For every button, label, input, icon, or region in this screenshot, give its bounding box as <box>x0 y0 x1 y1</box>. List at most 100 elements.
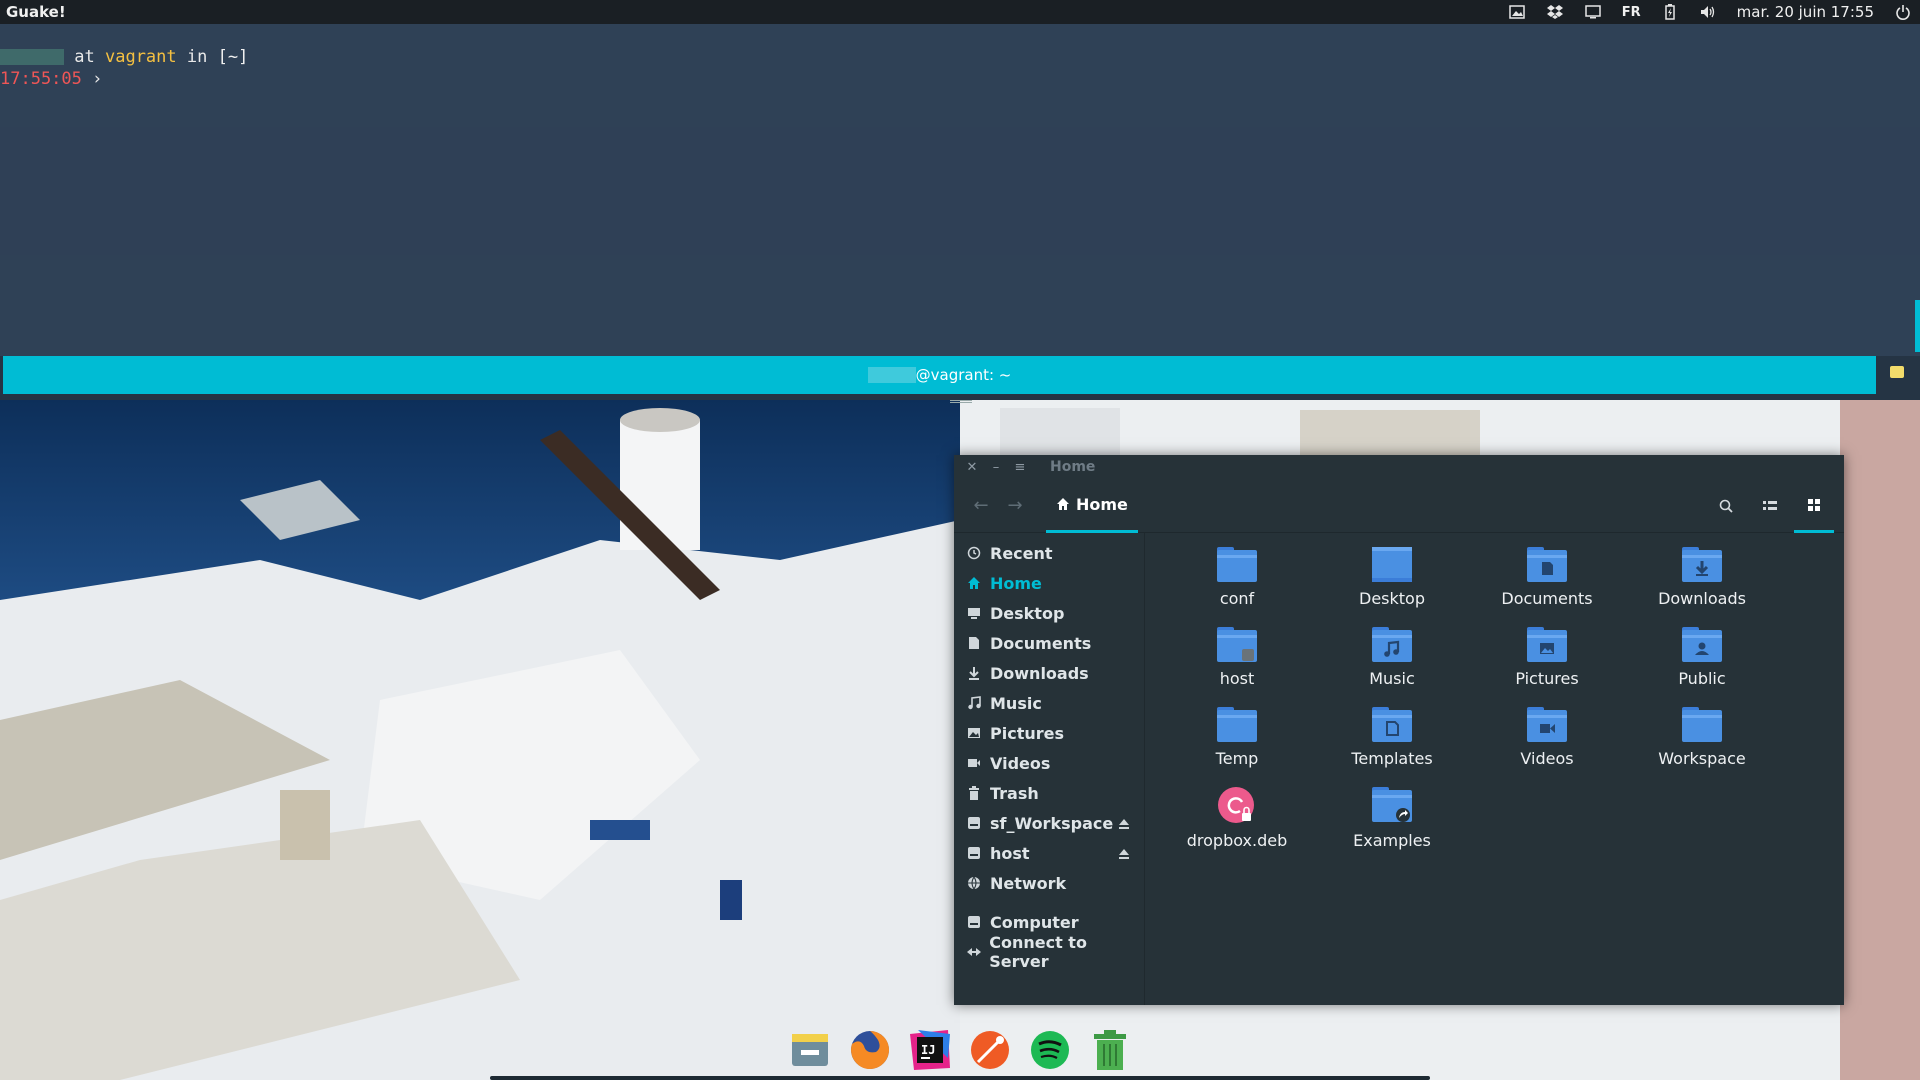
file-item-videos[interactable]: Videos <box>1477 705 1617 781</box>
terminal-scrollbar[interactable] <box>1915 300 1920 352</box>
places-sidebar: Recent Home Desktop Documents Downloads … <box>954 533 1145 1005</box>
file-item-host[interactable]: host <box>1167 625 1307 701</box>
sidebar-item-videos[interactable]: Videos <box>954 748 1144 778</box>
search-icon[interactable] <box>1706 479 1746 533</box>
home-icon <box>966 575 982 591</box>
grid-view-icon[interactable] <box>1794 479 1834 533</box>
power-icon[interactable] <box>1894 3 1912 21</box>
terminal-resize-handle[interactable] <box>950 400 972 403</box>
drive-icon <box>966 845 982 861</box>
minimize-icon[interactable]: – <box>990 460 1002 475</box>
terminal-tab[interactable]: @vagrant: ~ <box>3 356 1876 394</box>
file-item-documents[interactable]: Documents <box>1477 545 1617 621</box>
music-icon <box>966 695 982 711</box>
home-icon <box>1057 498 1069 510</box>
intellij-icon[interactable]: IJ <box>906 1026 954 1074</box>
sidebar-item-trash[interactable]: Trash <box>954 778 1144 808</box>
window-title: Home <box>1050 459 1096 475</box>
close-icon[interactable]: ✕ <box>966 460 978 475</box>
system-tray: FR mar. 20 juin 17:55 <box>1508 3 1912 21</box>
terminal-output[interactable]: at vagrant in [~] 17:55:05 › <box>0 24 1920 356</box>
sidebar-item-pictures[interactable]: Pictures <box>954 718 1144 748</box>
hostname: vagrant <box>104 47 177 67</box>
eject-icon[interactable] <box>1118 815 1130 834</box>
file-manager-window: ✕ – ≡ Home ← → Home Recent Home Desktop … <box>954 455 1844 1005</box>
file-item-examples[interactable]: Examples <box>1322 785 1462 861</box>
firefox-icon[interactable] <box>846 1026 894 1074</box>
file-item-music[interactable]: Music <box>1322 625 1462 701</box>
header-bar: ← → Home <box>954 479 1844 533</box>
spotify-icon[interactable] <box>1026 1026 1074 1074</box>
file-item-temp[interactable]: Temp <box>1167 705 1307 781</box>
sidebar-item-music[interactable]: Music <box>954 688 1144 718</box>
sidebar-item-network[interactable]: Network <box>954 868 1144 898</box>
header-actions <box>1706 479 1834 533</box>
file-manager-icon[interactable] <box>786 1026 834 1074</box>
pictures-folder-icon <box>1527 627 1567 662</box>
file-item-workspace[interactable]: Workspace <box>1632 705 1772 781</box>
path-bar-home-button[interactable]: Home <box>1046 479 1138 533</box>
folder-icon <box>1682 707 1722 742</box>
file-item-downloads[interactable]: Downloads <box>1632 545 1772 621</box>
volume-icon[interactable] <box>1699 3 1717 21</box>
file-item-dropbox-deb[interactable]: dropbox.deb <box>1167 785 1307 861</box>
dock-shelf <box>490 1076 1430 1080</box>
redacted-username <box>867 367 916 383</box>
downloads-folder-icon <box>1682 547 1722 582</box>
svg-text:IJ: IJ <box>921 1043 935 1057</box>
prompt-line-2: 17:55:05 › <box>0 68 1920 90</box>
file-item-public[interactable]: Public <box>1632 625 1772 701</box>
path-bar-home-label: Home <box>1076 494 1128 514</box>
sidebar-separator <box>954 898 1144 907</box>
postman-icon[interactable] <box>966 1026 1014 1074</box>
image-viewer-icon[interactable] <box>1508 3 1526 21</box>
terminal-tab-title: @vagrant: ~ <box>915 366 1012 384</box>
maximize-icon[interactable]: ≡ <box>1014 460 1026 475</box>
shared-folder-icon <box>1372 787 1412 822</box>
prompt-line-1: at vagrant in [~] <box>0 46 1920 68</box>
connect-icon <box>966 944 981 960</box>
display-icon[interactable] <box>1584 3 1602 21</box>
music-folder-icon <box>1372 627 1412 662</box>
sidebar-item-host[interactable]: host <box>954 838 1144 868</box>
download-icon <box>966 665 982 681</box>
sidebar-item-documents[interactable]: Documents <box>954 628 1144 658</box>
templates-folder-icon <box>1372 707 1412 742</box>
video-icon <box>966 755 982 771</box>
desktop-folder-icon <box>1372 547 1412 582</box>
desktop-icon <box>966 605 982 621</box>
sidebar-item-sf-workspace[interactable]: sf_Workspace <box>954 808 1144 838</box>
clock[interactable]: mar. 20 juin 17:55 <box>1737 3 1874 21</box>
picture-icon <box>966 725 982 741</box>
trash-icon[interactable] <box>1086 1026 1134 1074</box>
file-item-conf[interactable]: conf <box>1167 545 1307 621</box>
public-folder-icon <box>1682 627 1722 662</box>
dropbox-icon[interactable] <box>1546 3 1564 21</box>
eject-icon[interactable] <box>1118 845 1130 864</box>
debian-package-icon <box>1218 787 1254 823</box>
file-item-desktop[interactable]: Desktop <box>1322 545 1462 621</box>
documents-folder-icon <box>1527 547 1567 582</box>
network-icon <box>966 875 982 891</box>
sidebar-item-desktop[interactable]: Desktop <box>954 598 1144 628</box>
battery-icon[interactable] <box>1661 3 1679 21</box>
sidebar-item-downloads[interactable]: Downloads <box>954 658 1144 688</box>
clock-icon <box>966 545 982 561</box>
active-app-name[interactable]: Guake! <box>6 3 66 21</box>
prompt-time: 17:55:05 <box>0 69 82 89</box>
folder-icon <box>1217 547 1257 582</box>
top-panel: Guake! FR mar. 20 juin 17:55 <box>0 0 1920 24</box>
sidebar-item-recent[interactable]: Recent <box>954 538 1144 568</box>
keyboard-language-indicator[interactable]: FR <box>1622 5 1641 20</box>
new-tab-icon[interactable] <box>1890 366 1904 378</box>
list-view-icon[interactable] <box>1750 479 1790 533</box>
sidebar-item-connect-to-server[interactable]: Connect to Server <box>954 933 1144 971</box>
sidebar-item-home[interactable]: Home <box>954 568 1144 598</box>
forward-icon[interactable]: → <box>998 489 1032 523</box>
file-item-templates[interactable]: Templates <box>1322 705 1462 781</box>
trash-icon <box>966 785 982 801</box>
file-grid[interactable]: conf Desktop Documents Downloads host Mu… <box>1146 533 1844 1005</box>
file-item-pictures[interactable]: Pictures <box>1477 625 1617 701</box>
window-titlebar[interactable]: ✕ – ≡ Home <box>954 455 1844 479</box>
back-icon[interactable]: ← <box>964 489 998 523</box>
